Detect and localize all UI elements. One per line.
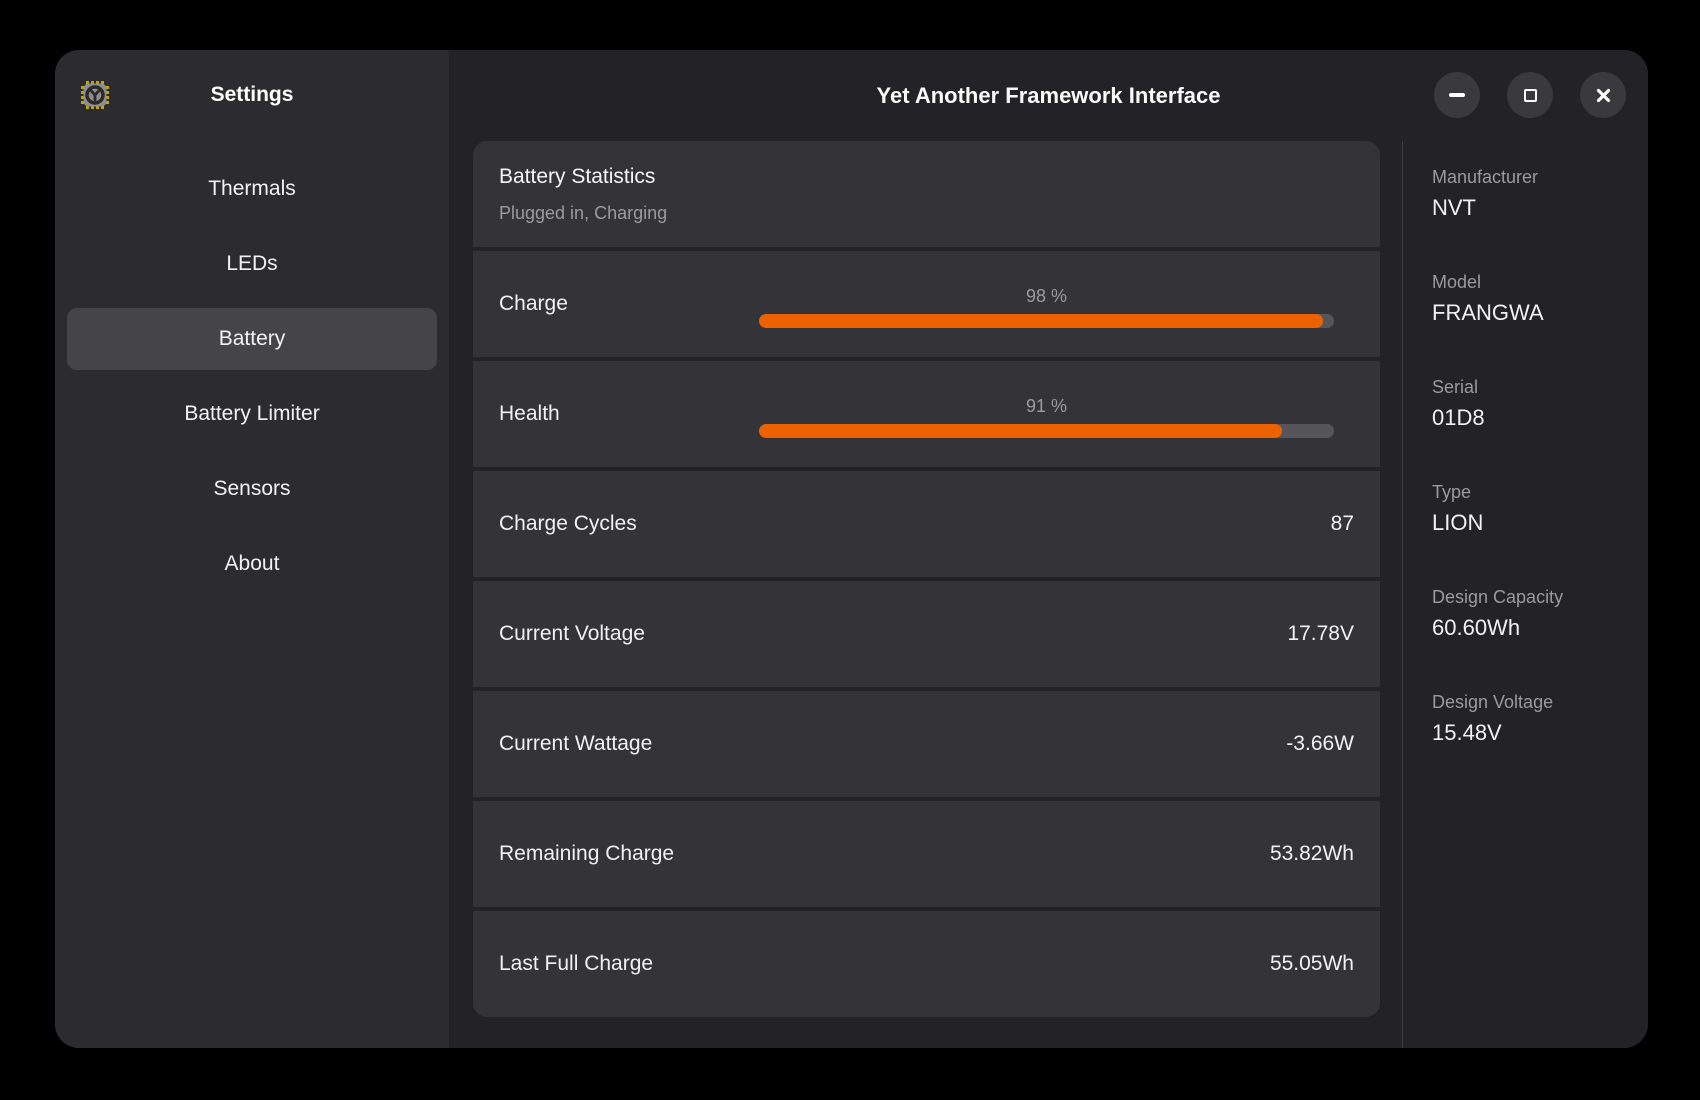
stat-value: 55.05Wh: [1270, 911, 1354, 1017]
info-group-manufacturer: Manufacturer NVT: [1432, 165, 1648, 223]
info-value: FRANGWA: [1432, 298, 1648, 328]
sidebar-nav: Thermals LEDs Battery Battery Limiter Sensor…: [55, 140, 449, 595]
info-group-design-capacity: Design Capacity 60.60Wh: [1432, 585, 1648, 643]
info-group-model: Model FRANGWA: [1432, 270, 1648, 328]
health-progress-track: [759, 424, 1334, 438]
sidebar-item-thermals[interactable]: Thermals: [67, 158, 437, 220]
panel-divider: [1402, 141, 1403, 1048]
stat-row-remaining-charge: Remaining Charge 53.82Wh: [473, 801, 1380, 907]
sidebar-item-sensors[interactable]: Sensors: [67, 458, 437, 520]
card-title: Battery Statistics: [499, 162, 1354, 192]
info-value: NVT: [1432, 193, 1648, 223]
main-area: Yet Another Framework Interface Battery …: [449, 50, 1648, 1048]
health-progress: 91 %: [759, 394, 1334, 438]
sidebar-item-label: Thermals: [208, 177, 296, 201]
info-label: Serial: [1432, 375, 1648, 399]
sidebar-item-label: LEDs: [226, 252, 277, 276]
app-gear-chip-icon: [80, 80, 110, 110]
stat-label: Last Full Charge: [499, 911, 653, 1017]
stat-row-current-voltage: Current Voltage 17.78V: [473, 581, 1380, 687]
stat-value: -3.66W: [1286, 691, 1354, 797]
close-button[interactable]: [1580, 72, 1626, 118]
sidebar-item-label: Battery Limiter: [184, 402, 319, 426]
stat-label: Remaining Charge: [499, 801, 674, 907]
info-label: Type: [1432, 480, 1648, 504]
info-group-design-voltage: Design Voltage 15.48V: [1432, 690, 1648, 748]
titlebar[interactable]: Yet Another Framework Interface: [449, 50, 1648, 141]
app-window: Settings Thermals LEDs Battery Battery Limi…: [55, 50, 1648, 1048]
sidebar-item-label: About: [225, 552, 280, 576]
sidebar-header: Settings: [55, 50, 449, 140]
minimize-icon: [1449, 93, 1465, 97]
minimize-button[interactable]: [1434, 72, 1480, 118]
info-value: 15.48V: [1432, 718, 1648, 748]
content-area: Battery Statistics Plugged in, Charging Ch…: [449, 141, 1648, 1048]
stat-row-current-wattage: Current Wattage -3.66W: [473, 691, 1380, 797]
close-icon: [1595, 87, 1612, 104]
maximize-icon: [1524, 89, 1537, 102]
info-group-serial: Serial 01D8: [1432, 375, 1648, 433]
sidebar-title: Settings: [211, 83, 294, 107]
sidebar: Settings Thermals LEDs Battery Battery Limi…: [55, 50, 449, 1048]
info-label: Model: [1432, 270, 1648, 294]
battery-info-panel: Manufacturer NVT Model FRANGWA Serial 01D8 Typ…: [1432, 141, 1648, 795]
stat-value: 17.78V: [1287, 581, 1354, 687]
battery-status-subtitle: Plugged in, Charging: [499, 200, 1354, 226]
info-group-type: Type LION: [1432, 480, 1648, 538]
stat-label: Charge: [499, 251, 568, 357]
stat-row-charge-cycles: Charge Cycles 87: [473, 471, 1380, 577]
sidebar-item-battery-limiter[interactable]: Battery Limiter: [67, 383, 437, 445]
stat-label: Current Wattage: [499, 691, 652, 797]
maximize-button[interactable]: [1507, 72, 1553, 118]
stat-value: 53.82Wh: [1270, 801, 1354, 907]
progress-percent-label: 91 %: [759, 394, 1334, 418]
stat-value: 87: [1331, 471, 1354, 577]
stat-label: Health: [499, 361, 560, 467]
info-value: 01D8: [1432, 403, 1648, 433]
progress-percent-label: 98 %: [759, 284, 1334, 308]
stat-row-charge: Charge 98 %: [473, 251, 1380, 357]
sidebar-item-about[interactable]: About: [67, 533, 437, 595]
sidebar-item-label: Battery: [219, 327, 286, 351]
battery-statistics-header: Battery Statistics Plugged in, Charging: [473, 141, 1380, 247]
info-label: Manufacturer: [1432, 165, 1648, 189]
sidebar-item-label: Sensors: [213, 477, 290, 501]
info-value: LION: [1432, 508, 1648, 538]
battery-statistics-card: Battery Statistics Plugged in, Charging Ch…: [473, 141, 1380, 1017]
info-label: Design Capacity: [1432, 585, 1648, 609]
info-value: 60.60Wh: [1432, 613, 1648, 643]
stat-label: Charge Cycles: [499, 471, 637, 577]
stat-label: Current Voltage: [499, 581, 645, 687]
info-label: Design Voltage: [1432, 690, 1648, 714]
health-progress-fill: [759, 424, 1282, 438]
stat-row-health: Health 91 %: [473, 361, 1380, 467]
charge-progress-fill: [759, 314, 1323, 328]
charge-progress-track: [759, 314, 1334, 328]
charge-progress: 98 %: [759, 284, 1334, 328]
stat-row-last-full-charge: Last Full Charge 55.05Wh: [473, 911, 1380, 1017]
sidebar-item-leds[interactable]: LEDs: [67, 233, 437, 295]
sidebar-item-battery[interactable]: Battery: [67, 308, 437, 370]
